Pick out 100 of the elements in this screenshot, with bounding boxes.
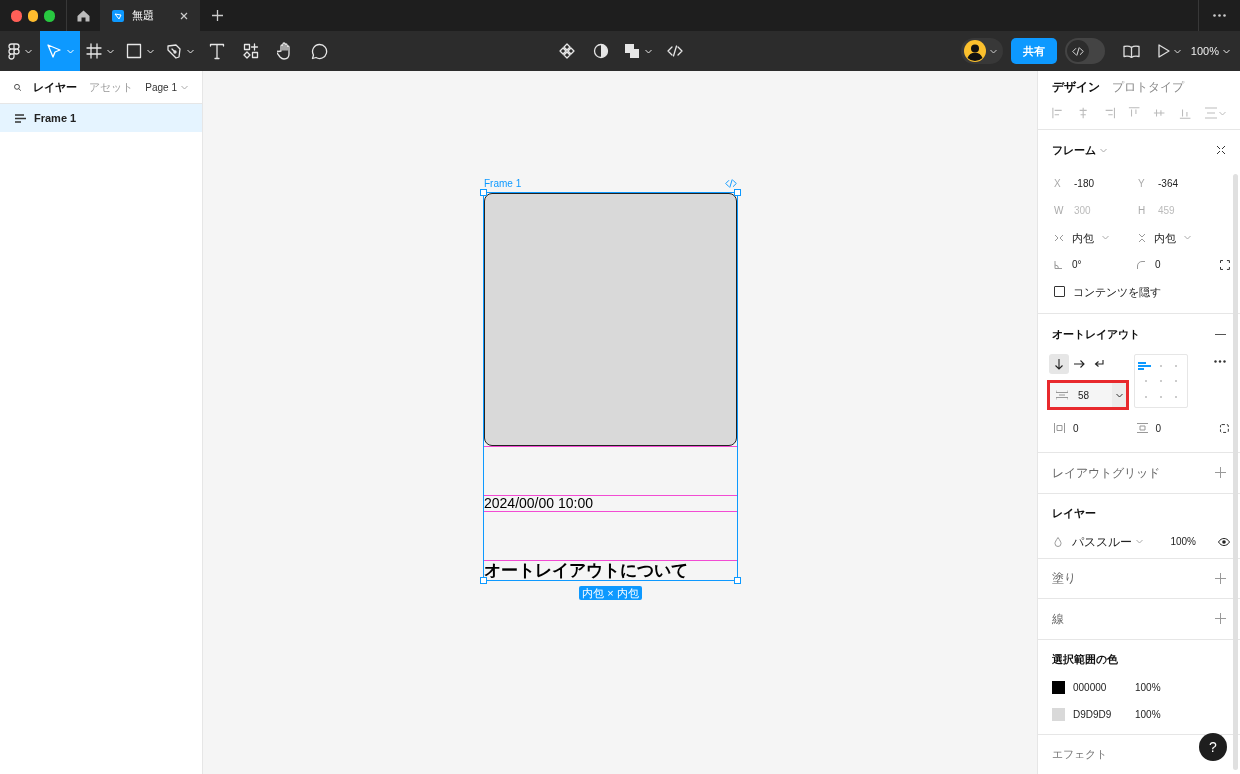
corners-icon[interactable]: [1220, 259, 1230, 270]
padding-field[interactable]: 0: [1073, 420, 1079, 436]
section-title: レイヤー: [1052, 506, 1096, 522]
resize-handle[interactable]: [480, 577, 487, 584]
caret-icon: [147, 48, 154, 54]
panel-tab[interactable]: プロトタイプ: [1112, 78, 1184, 97]
radius-field[interactable]: 0: [1155, 257, 1161, 273]
figma-logo-icon: [8, 42, 20, 60]
collapse-icon[interactable]: [1216, 145, 1226, 156]
book-icon[interactable]: [1122, 44, 1140, 58]
avatar-button[interactable]: [960, 38, 1003, 64]
width-resize-icon: [1054, 233, 1064, 242]
gap-icon: [1056, 390, 1068, 401]
more-icon[interactable]: [1213, 14, 1226, 17]
dev-mode-toggle[interactable]: [1064, 38, 1105, 64]
zoom-menu[interactable]: 100%: [1190, 42, 1230, 60]
size-badge: 内包 × 内包: [579, 586, 642, 600]
close-icon[interactable]: [180, 11, 188, 20]
more-icon[interactable]: [1214, 360, 1226, 364]
caret-icon: [645, 48, 652, 54]
play-icon: [1157, 44, 1170, 58]
resizing-dropdown[interactable]: 内包: [1138, 229, 1222, 246]
caret-icon: [25, 48, 32, 54]
layer-row[interactable]: Frame 1: [0, 104, 202, 132]
caret-icon: [1184, 235, 1191, 241]
color-swatch[interactable]: [1052, 707, 1065, 721]
panel-tab[interactable]: レイヤー: [33, 78, 78, 96]
color-opacity[interactable]: 100%: [1135, 679, 1161, 695]
caret-icon: [107, 48, 114, 54]
text-icon: [209, 42, 225, 60]
drop-icon: [1054, 536, 1062, 547]
resize-handle[interactable]: [734, 577, 741, 584]
number-field[interactable]: -180: [1074, 176, 1094, 192]
caret-icon: [1102, 235, 1109, 241]
cursor-icon: [46, 43, 62, 59]
padding-field[interactable]: 0: [1155, 420, 1162, 436]
minus-icon[interactable]: [1215, 333, 1226, 335]
horizontal-padding-icon: [1054, 423, 1065, 434]
document-tab[interactable]: 無題: [100, 0, 200, 31]
contrast-icon: [593, 43, 609, 59]
field-label: W: [1054, 204, 1064, 219]
rotation-field[interactable]: 0°: [1072, 257, 1082, 273]
auto-layout-frame-icon: [15, 113, 26, 123]
caret-icon: [1173, 48, 1181, 54]
section-title: レイアウトグリッド: [1052, 464, 1160, 482]
color-opacity[interactable]: 100%: [1135, 706, 1161, 722]
height-resize-icon: [1138, 232, 1146, 243]
section-title: オートレイアウト: [1052, 327, 1140, 342]
eye-icon[interactable]: [1218, 537, 1230, 546]
present-button[interactable]: [1157, 44, 1181, 58]
gap-field[interactable]: 58: [1047, 380, 1129, 411]
caret-icon: [989, 48, 997, 54]
resizing-dropdown[interactable]: 内包: [1054, 229, 1138, 246]
color-hex[interactable]: 000000: [1073, 679, 1127, 695]
caret-icon: [1115, 392, 1123, 398]
field-label: X: [1054, 177, 1062, 192]
angle-icon: [1054, 260, 1062, 269]
blend-mode-dropdown[interactable]: パススルー: [1072, 532, 1143, 551]
caret-icon: [1218, 110, 1226, 116]
frame-icon: [86, 43, 102, 59]
resize-handle[interactable]: [480, 189, 487, 196]
corner-radius-icon: [1137, 260, 1146, 269]
caret-icon: [1136, 539, 1143, 545]
home-icon[interactable]: [77, 9, 90, 22]
plus-icon[interactable]: [212, 10, 223, 21]
search-icon[interactable]: [14, 81, 22, 93]
help-button[interactable]: ?: [1199, 733, 1227, 761]
heading-text: オートレイアウトについて: [484, 561, 689, 580]
page-selector[interactable]: Page 1: [145, 79, 188, 95]
hand-icon: [277, 42, 293, 60]
caret-icon: [187, 48, 194, 54]
caret-icon: [181, 84, 188, 90]
minimize-window-button[interactable]: [27, 9, 39, 22]
field-label: H: [1138, 204, 1147, 219]
component-icon: [559, 43, 575, 59]
caret-icon: [1100, 147, 1107, 153]
maximize-window-button[interactable]: [44, 9, 55, 22]
selected-frame[interactable]: 2024/00/00 10:00 オートレイアウトについて: [484, 193, 737, 580]
checkbox-label: コンテンツを隠す: [1073, 284, 1161, 300]
number-field[interactable]: -364: [1158, 176, 1178, 192]
section-title: エフェクト: [1052, 747, 1107, 763]
tab-label: 無題: [132, 8, 154, 24]
direction-button[interactable]: [1049, 354, 1069, 375]
vertical-padding-icon: [1136, 423, 1148, 434]
pen-icon: [166, 43, 182, 59]
opacity-field[interactable]: 100%: [1170, 534, 1196, 550]
code-icon: [1071, 46, 1084, 56]
caret-icon: [67, 48, 74, 54]
checkbox[interactable]: [1054, 286, 1065, 298]
color-swatch[interactable]: [1052, 680, 1065, 694]
caret-icon: [1223, 48, 1230, 54]
panel-tab[interactable]: デザイン: [1052, 78, 1100, 97]
close-window-button[interactable]: [11, 9, 22, 22]
code-icon: [667, 45, 683, 57]
padding-settings-icon[interactable]: [1219, 422, 1230, 434]
scrollbar-thumb[interactable]: [1233, 174, 1238, 770]
color-hex[interactable]: D9D9D9: [1073, 706, 1127, 722]
resize-handle[interactable]: [734, 189, 741, 196]
rectangle-icon: [126, 43, 142, 59]
date-text: 2024/00/00 10:00: [484, 496, 594, 511]
